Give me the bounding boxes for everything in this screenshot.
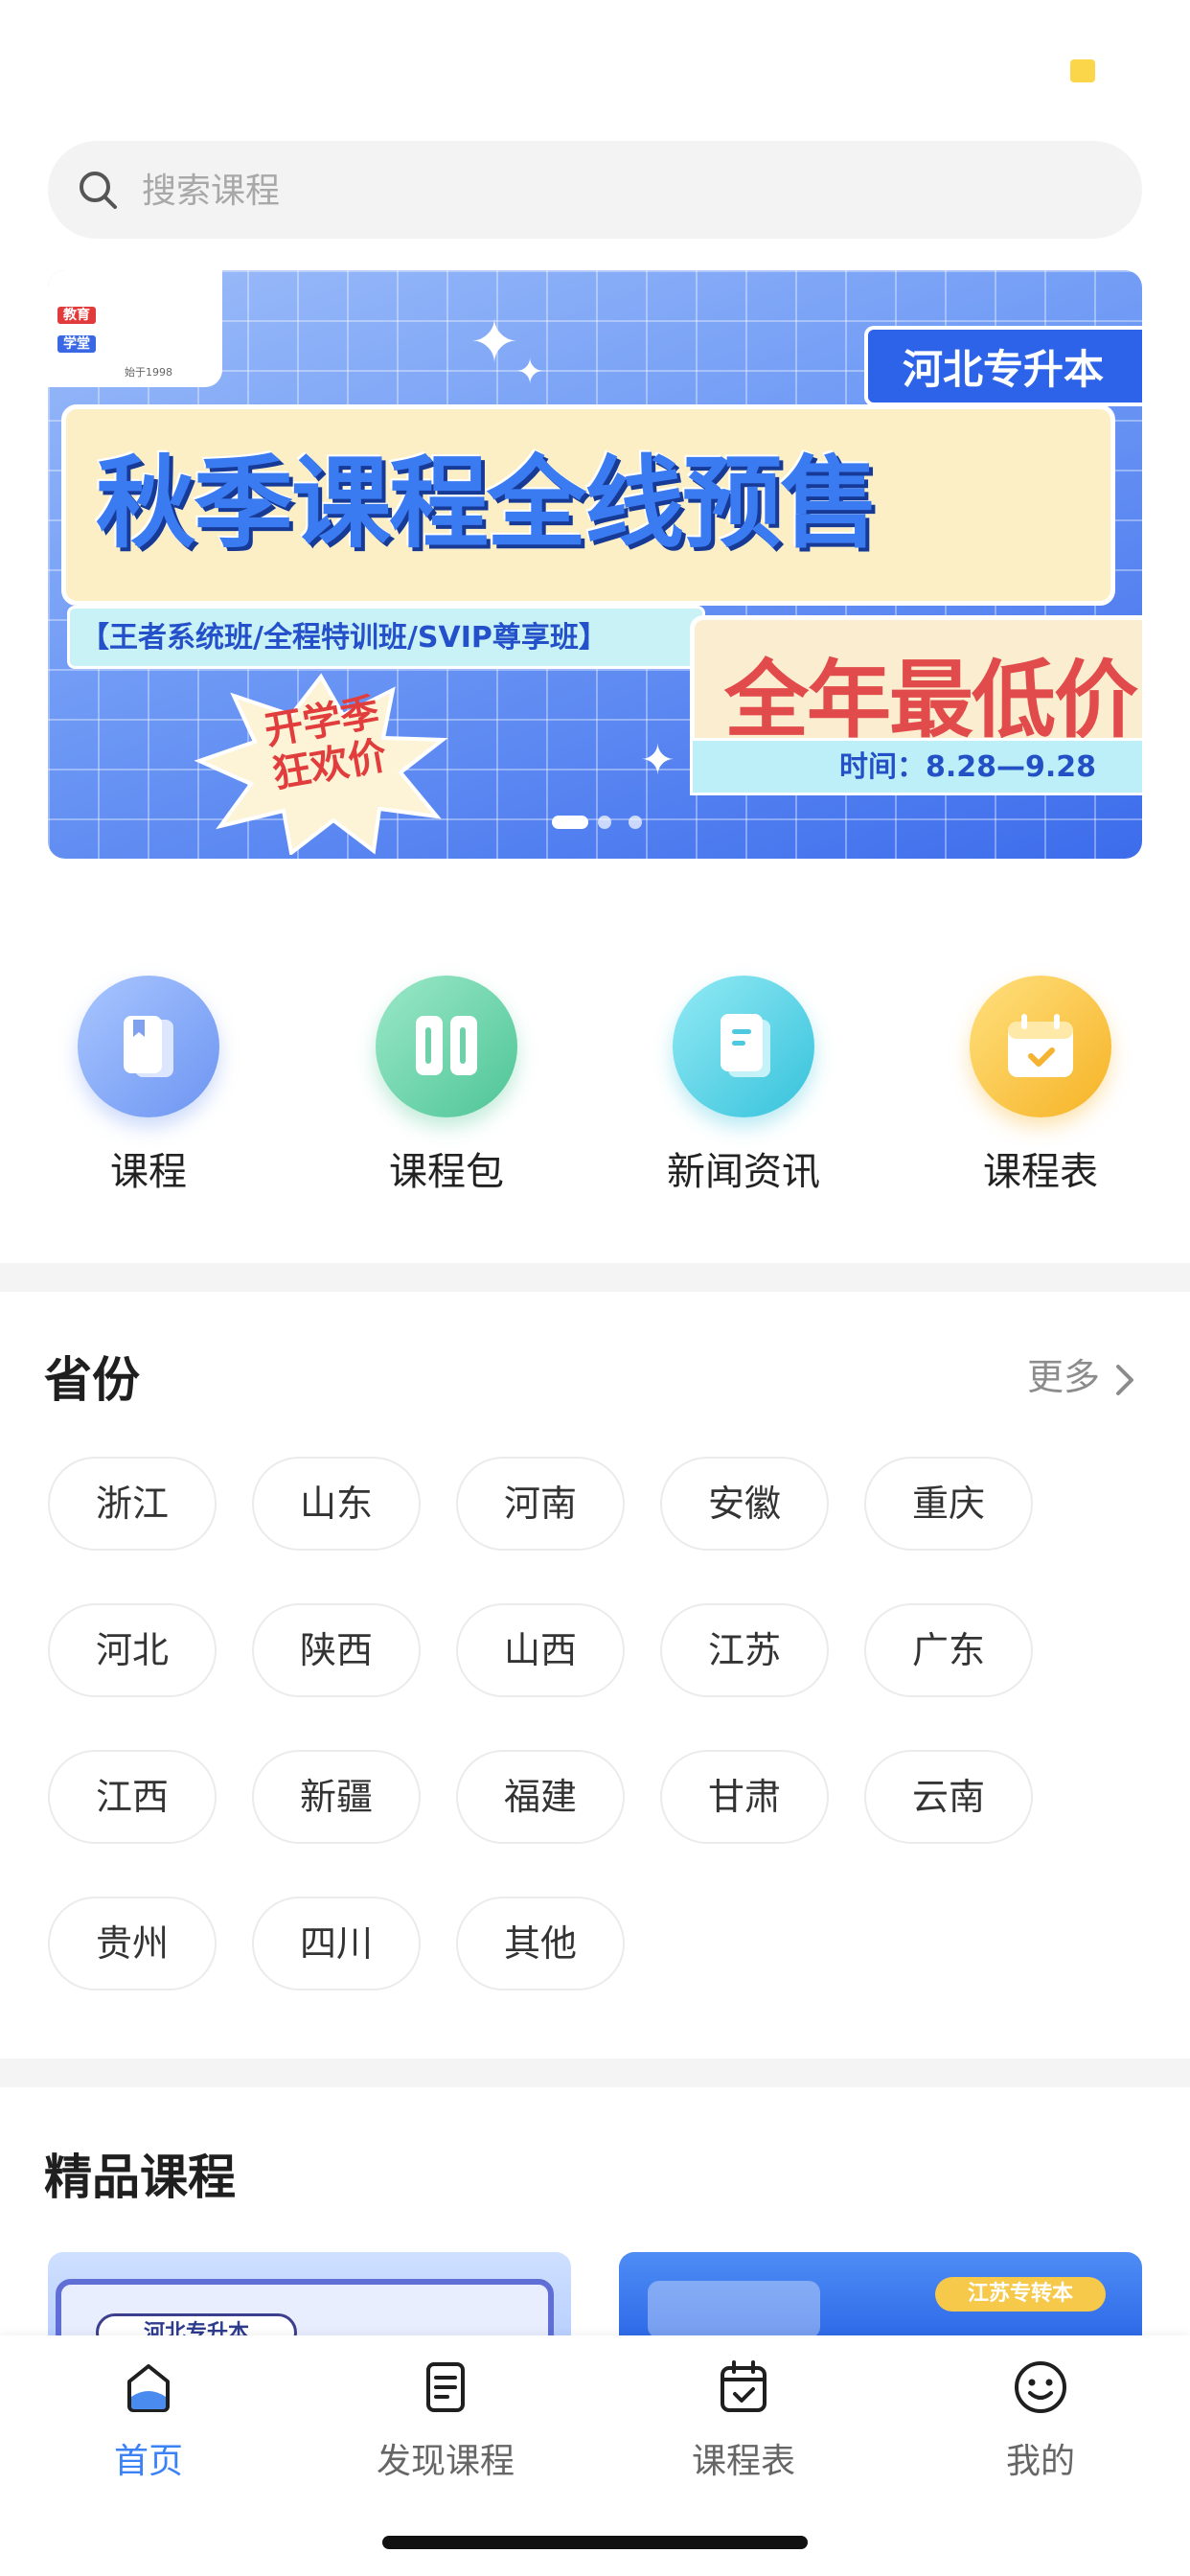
home-icon: [127, 2364, 170, 2412]
section-divider: [0, 1263, 1190, 1292]
banner-region-label: 河北专升本: [864, 326, 1142, 406]
package-icon: [416, 1016, 477, 1075]
schedule-icon: [721, 2360, 767, 2412]
province-chip[interactable]: 江苏: [660, 1603, 829, 1697]
shortcut-course-label: 课程: [110, 1150, 187, 1194]
course-card-tag: 江苏专转本: [935, 2277, 1106, 2312]
book-icon: [124, 1016, 173, 1077]
province-chip[interactable]: 河北: [48, 1603, 217, 1697]
provinces-more-link[interactable]: 更多: [1027, 1347, 1136, 1400]
province-chip[interactable]: 重庆: [864, 1457, 1033, 1551]
course-card[interactable]: 江苏专转本: [619, 2252, 1142, 2338]
promo-banner[interactable]: 教育 学堂 始于1998 ✦ ✦ 河北专升本 秋季课程全线预售 【王者系统班/全…: [48, 270, 1142, 859]
search-icon: [80, 172, 117, 209]
home-indicator: [382, 2536, 808, 2549]
banner-time: 时间：8.28—9.28: [839, 750, 1097, 784]
province-chip[interactable]: 广东: [864, 1603, 1033, 1697]
shortcut-schedule-label: 课程表: [983, 1150, 1098, 1194]
shortcut-news[interactable]: 新闻资讯: [630, 976, 857, 1225]
tab-discover-courses[interactable]: 发现课程: [340, 2358, 551, 2493]
provinces-title: 省份: [44, 1352, 140, 1408]
section-divider: [0, 2058, 1190, 2087]
shortcut-course-package[interactable]: 课程包: [333, 976, 560, 1225]
carousel-dot[interactable]: [598, 816, 611, 829]
province-chip[interactable]: 陕西: [252, 1603, 421, 1697]
course-card[interactable]: 河北专升本: [48, 2252, 571, 2338]
calendar-icon: [1008, 1014, 1073, 1077]
province-chip[interactable]: 贵州: [48, 1897, 217, 1990]
status-indicator: [1070, 59, 1095, 82]
sparkle-icon: ✦: [469, 307, 519, 377]
banner-title: 秋季课程全线预售: [96, 445, 880, 562]
province-chip[interactable]: 云南: [864, 1750, 1033, 1844]
shortcut-course[interactable]: 课程: [35, 976, 262, 1225]
brand-logo: 教育 学堂 始于1998: [48, 270, 222, 387]
shortcut-schedule[interactable]: 课程表: [927, 976, 1154, 1225]
province-chip[interactable]: 福建: [456, 1750, 625, 1844]
province-chip[interactable]: 河南: [456, 1457, 625, 1551]
search-input[interactable]: [140, 163, 1006, 218]
tab-home[interactable]: 首页: [43, 2358, 254, 2493]
province-chip[interactable]: 甘肃: [660, 1750, 829, 1844]
news-icon: [721, 1014, 770, 1077]
sparkle-icon: ✦: [640, 736, 675, 785]
sparkle-icon: ✦: [515, 353, 545, 392]
province-chip[interactable]: 新疆: [252, 1750, 421, 1844]
province-chip[interactable]: 山东: [252, 1457, 421, 1551]
profile-icon: [1015, 2361, 1066, 2413]
province-chip[interactable]: 四川: [252, 1897, 421, 1990]
province-chip[interactable]: 江西: [48, 1750, 217, 1844]
chevron-right-icon: [1116, 1364, 1134, 1395]
banner-classes: 【王者系统班/全程特训班/SVIP尊享班】: [80, 621, 607, 655]
featured-title: 精品课程: [44, 2150, 236, 2205]
province-chip[interactable]: 山西: [456, 1603, 625, 1697]
shortcut-news-label: 新闻资讯: [667, 1150, 820, 1194]
tab-schedule[interactable]: 课程表: [638, 2358, 849, 2493]
shortcut-package-label: 课程包: [389, 1150, 504, 1194]
banner-lowest-price: 全年最低价: [724, 651, 1138, 749]
province-chip[interactable]: 其他: [456, 1897, 625, 1990]
carousel-dot-active[interactable]: [552, 816, 588, 829]
province-chip[interactable]: 浙江: [48, 1457, 217, 1551]
carousel-dot[interactable]: [629, 816, 642, 829]
province-chip[interactable]: 安徽: [660, 1457, 829, 1551]
tab-profile[interactable]: 我的: [935, 2358, 1146, 2493]
discover-icon: [426, 2362, 465, 2412]
